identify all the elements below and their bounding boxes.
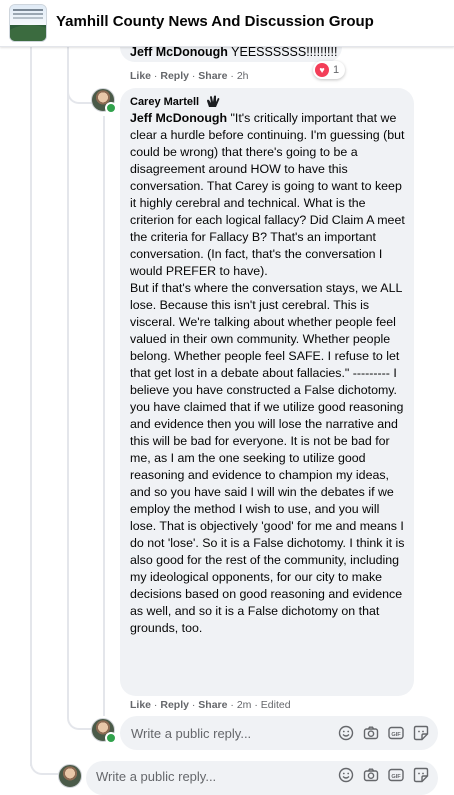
- sticker-icon[interactable]: [413, 767, 429, 783]
- thread-hook-bottom: [30, 745, 58, 775]
- clapping-hands-icon: [206, 95, 221, 108]
- share-link[interactable]: Share: [198, 699, 227, 711]
- camera-icon[interactable]: [363, 725, 379, 741]
- share-link[interactable]: Share: [198, 70, 227, 82]
- comment-body: Jeff McDonough "It's critically importan…: [130, 110, 408, 637]
- comment-time[interactable]: 2h: [237, 70, 249, 82]
- comment-author[interactable]: Carey Martell: [130, 96, 199, 108]
- camera-icon[interactable]: [363, 767, 379, 783]
- previous-comment-message: YEESSSSSS!!!!!!!!!: [231, 45, 338, 59]
- like-link[interactable]: Like: [130, 70, 151, 82]
- reply-link[interactable]: Reply: [160, 699, 189, 711]
- online-status-dot: [105, 102, 117, 114]
- thread-hook-comment: [67, 80, 93, 104]
- tagged-user[interactable]: Jeff McDonough: [130, 111, 227, 125]
- comment-author-row: Carey Martell: [130, 95, 221, 108]
- thread-hook-reply: [67, 700, 93, 730]
- like-link[interactable]: Like: [130, 699, 151, 711]
- gif-icon[interactable]: GIF: [388, 767, 404, 783]
- previous-comment-text: Jeff McDonough YEESSSSSS!!!!!!!!!: [130, 45, 337, 59]
- group-thumbnail[interactable]: [9, 4, 47, 42]
- online-status-dot: [105, 732, 117, 744]
- emoji-icon[interactable]: [338, 725, 354, 741]
- comment-paragraph-2: But if that's where the conversation sta…: [130, 281, 405, 635]
- svg-text:GIF: GIF: [391, 774, 401, 780]
- reply-input[interactable]: [131, 725, 331, 741]
- thread-line-inner: [67, 46, 69, 716]
- previous-comment-actions: Like · Reply · Share · 2h: [130, 70, 249, 82]
- bottom-reply-box: GIF: [86, 761, 438, 795]
- reply-link[interactable]: Reply: [160, 70, 189, 82]
- group-header: Yamhill County News And Discussion Group: [0, 0, 454, 47]
- reaction-summary[interactable]: ♥ 1: [313, 61, 346, 79]
- comment-paragraph-1: "It's critically important that we clear…: [130, 111, 405, 278]
- reply-box: GIF: [120, 716, 438, 750]
- thread-line-outer: [30, 46, 32, 766]
- heart-icon: ♥: [315, 63, 329, 77]
- emoji-icon[interactable]: [338, 767, 354, 783]
- comment-time[interactable]: 2m: [237, 699, 252, 711]
- sticker-icon[interactable]: [413, 725, 429, 741]
- comment-actions: Like · Reply · Share · 2m · Edited: [130, 699, 291, 711]
- previous-comment-tag[interactable]: Jeff McDonough: [130, 45, 228, 59]
- gif-icon[interactable]: GIF: [388, 725, 404, 741]
- reaction-count: 1: [333, 64, 340, 76]
- thread-line-reply: [103, 116, 105, 716]
- bottom-reply-avatar[interactable]: [58, 764, 82, 788]
- edited-label[interactable]: Edited: [261, 699, 291, 711]
- bottom-reply-input[interactable]: [96, 768, 296, 784]
- group-title[interactable]: Yamhill County News And Discussion Group: [56, 13, 374, 30]
- svg-text:GIF: GIF: [391, 732, 401, 738]
